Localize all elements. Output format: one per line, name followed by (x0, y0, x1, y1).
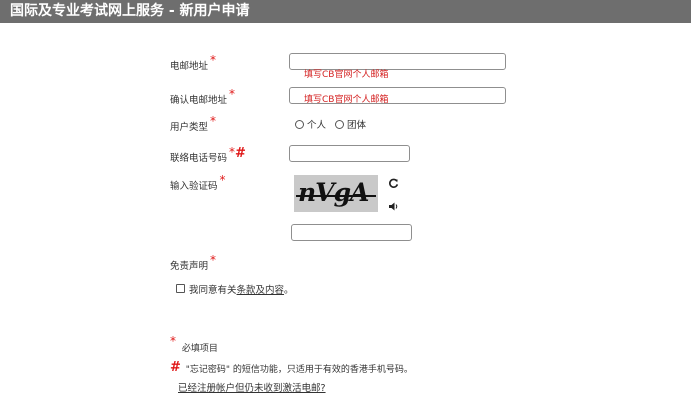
captcha-image: nVgA (294, 175, 378, 212)
email-label-text: 电邮地址 (170, 61, 209, 72)
radio-circle-icon[interactable] (295, 120, 304, 129)
agree-prefix: 我同意有关 (189, 285, 237, 296)
confirm-email-label-text: 确认电邮地址 (170, 95, 228, 106)
required-mark: * (229, 87, 236, 101)
required-mark: * (219, 173, 226, 187)
hash-mark: # (235, 146, 246, 161)
confirm-email-label: 确认电邮地址 * (170, 87, 235, 106)
captcha-text: nVgA (298, 178, 369, 207)
terms-link[interactable]: 条款及内容 (237, 285, 285, 296)
radio-group-label: 团体 (347, 120, 367, 131)
agree-text: 我同意有关条款及内容。 (189, 282, 294, 296)
refresh-icon[interactable] (388, 178, 399, 192)
speaker-icon[interactable] (389, 201, 399, 214)
sms-note: # "忘记密码" 的短信功能，只适用于有效的香港手机号码。 (170, 360, 413, 376)
phone-input[interactable] (289, 145, 410, 162)
hash-mark: # (170, 360, 181, 375)
phone-label: 联络电话号码 *# (170, 145, 246, 165)
captcha-label-text: 输入验证码 (170, 181, 218, 192)
radio-circle-icon[interactable] (335, 120, 345, 129)
user-type-group: 个人 团体 (295, 117, 366, 131)
activation-link[interactable]: 已经注册帐户但仍未收到激活电邮? (178, 380, 326, 394)
radio-group[interactable]: 团体 (335, 120, 366, 131)
required-mark: * (210, 114, 217, 128)
user-type-label: 用户类型 * (170, 114, 216, 133)
user-type-label-text: 用户类型 (170, 122, 209, 133)
disclaimer-label-text: 免责声明 (170, 261, 209, 272)
radio-individual-label: 个人 (307, 120, 327, 131)
required-mark: * (210, 253, 217, 267)
required-mark: * (210, 53, 217, 67)
agree-suffix: 。 (284, 285, 294, 296)
email-hint: 填写CB官网个人邮箱 (304, 70, 389, 80)
required-note: * 必填项目 (170, 334, 218, 354)
email-label: 电邮地址 * (170, 53, 216, 72)
disclaimer-label: 免责声明 * (170, 253, 216, 272)
phone-label-text: 联络电话号码 (170, 153, 228, 164)
required-mark: * (170, 334, 176, 348)
captcha-strike (296, 195, 376, 197)
confirm-email-hint: 填写CB官网个人邮箱 (304, 95, 389, 105)
captcha-label: 输入验证码 * (170, 173, 226, 192)
page-header: 国际及专业考试网上服务 - 新用户申请 (0, 0, 691, 23)
radio-individual[interactable]: 个人 (295, 120, 326, 131)
sms-note-text: "忘记密码" 的短信功能，只适用于有效的香港手机号码。 (185, 365, 413, 375)
agree-checkbox[interactable] (176, 284, 185, 293)
captcha-input[interactable] (291, 224, 412, 241)
required-note-text: 必填项目 (181, 344, 218, 354)
